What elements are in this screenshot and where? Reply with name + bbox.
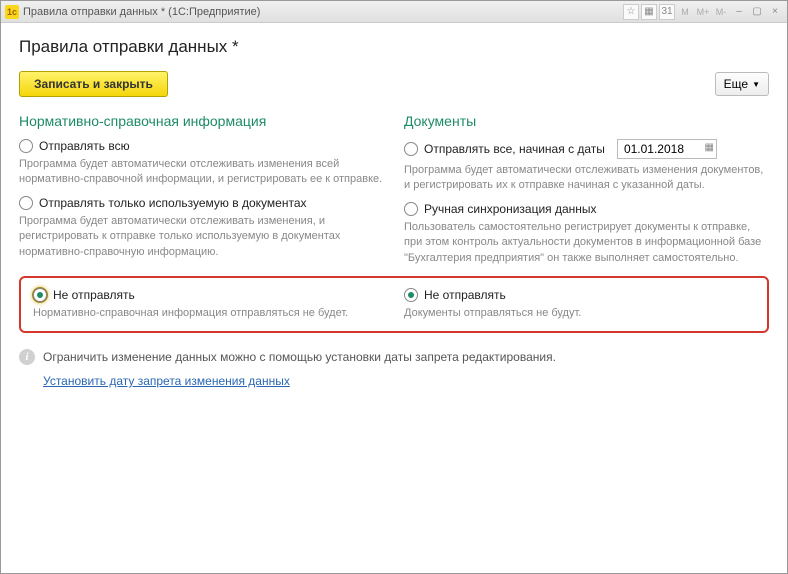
memory-m-button[interactable]: M	[677, 4, 693, 20]
toolbar-icon-2[interactable]: ▦	[641, 4, 657, 20]
date-input[interactable]	[617, 139, 717, 159]
left-section-title: Нормативно-справочная информация	[19, 113, 384, 129]
more-label: Еще	[724, 77, 748, 91]
info-row: i Ограничить изменение данных можно с по…	[19, 349, 769, 366]
right-opt3-desc: Документы отправляться не будут.	[404, 306, 755, 321]
radio-icon[interactable]	[19, 139, 33, 153]
app-logo-icon: 1c	[5, 5, 19, 19]
left-opt1-desc: Программа будет автоматически отслеживат…	[19, 157, 384, 188]
save-close-button[interactable]: Записать и закрыть	[19, 71, 168, 97]
right-opt3-label: Не отправлять	[424, 288, 506, 302]
left-opt3-label: Не отправлять	[53, 288, 135, 302]
left-column: Нормативно-справочная информация Отправл…	[19, 113, 384, 266]
minimize-button[interactable]: –	[731, 4, 747, 20]
right-section-title: Документы	[404, 113, 769, 129]
right-opt1-label: Отправлять все, начиная с даты	[424, 142, 605, 156]
left-opt3-desc: Нормативно-справочная информация отправл…	[33, 306, 384, 321]
left-opt1[interactable]: Отправлять всю	[19, 139, 384, 153]
toolbar-icon-1[interactable]: ☆	[623, 4, 639, 20]
content-area: Правила отправки данных * Записать и зак…	[1, 23, 787, 402]
left-opt1-label: Отправлять всю	[39, 139, 130, 153]
close-button[interactable]: ×	[767, 4, 783, 20]
highlight-left: Не отправлять Нормативно-справочная инфо…	[33, 288, 384, 321]
window-buttons: ☆ ▦ 31 M M+ M- – ▢ ×	[623, 4, 783, 20]
titlebar: 1c Правила отправки данных * (1С:Предпри…	[1, 1, 787, 23]
left-opt2-label: Отправлять только используемую в докумен…	[39, 196, 307, 210]
right-opt1[interactable]: Отправлять все, начиная с даты ▦	[404, 139, 769, 159]
radio-icon[interactable]	[404, 142, 418, 156]
chevron-down-icon: ▼	[752, 80, 760, 89]
left-opt2[interactable]: Отправлять только используемую в докумен…	[19, 196, 384, 210]
right-opt2[interactable]: Ручная синхронизация данных	[404, 202, 769, 216]
radio-icon[interactable]	[19, 196, 33, 210]
window-title: Правила отправки данных * (1С:Предприяти…	[23, 6, 623, 18]
toolbar: Записать и закрыть Еще ▼	[19, 71, 769, 97]
page-title: Правила отправки данных *	[19, 37, 769, 57]
radio-selected-icon[interactable]	[404, 288, 418, 302]
left-opt3[interactable]: Не отправлять	[33, 288, 384, 302]
maximize-button[interactable]: ▢	[749, 4, 765, 20]
radio-selected-icon[interactable]	[33, 288, 47, 302]
right-opt1-desc: Программа будет автоматически отслеживат…	[404, 163, 769, 194]
more-button[interactable]: Еще ▼	[715, 72, 769, 96]
right-opt2-desc: Пользователь самостоятельно регистрирует…	[404, 220, 769, 266]
right-opt3[interactable]: Не отправлять	[404, 288, 755, 302]
highlight-right: Не отправлять Документы отправляться не …	[404, 288, 755, 321]
left-opt2-desc: Программа будет автоматически отслеживат…	[19, 214, 384, 260]
radio-icon[interactable]	[404, 202, 418, 216]
highlight-box: Не отправлять Нормативно-справочная инфо…	[19, 276, 769, 333]
info-icon: i	[19, 349, 35, 365]
right-opt2-label: Ручная синхронизация данных	[424, 202, 597, 216]
memory-mminus-button[interactable]: M-	[713, 4, 729, 20]
columns: Нормативно-справочная информация Отправл…	[19, 113, 769, 266]
memory-mplus-button[interactable]: M+	[695, 4, 711, 20]
set-restriction-date-link[interactable]: Установить дату запрета изменения данных	[43, 374, 290, 388]
info-text: Ограничить изменение данных можно с помо…	[43, 349, 556, 366]
calendar-icon[interactable]: 31	[659, 4, 675, 20]
right-column: Документы Отправлять все, начиная с даты…	[404, 113, 769, 266]
